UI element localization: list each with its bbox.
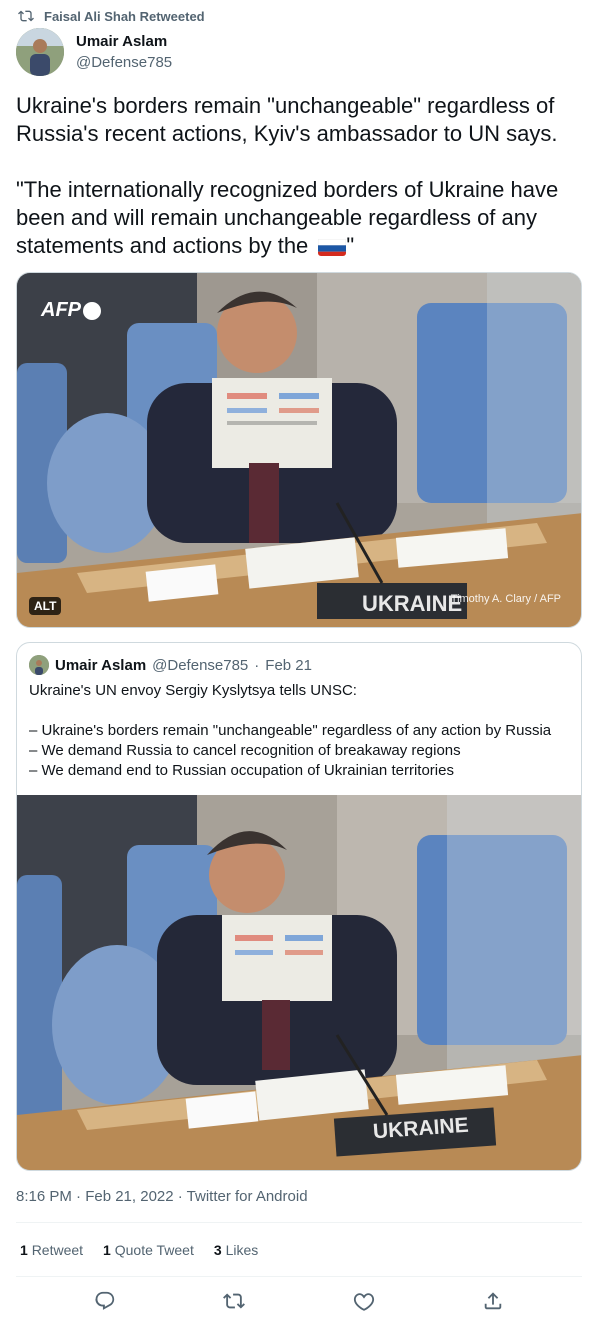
- retweeted-by-label: Faisal Ali Shah Retweeted: [44, 8, 205, 24]
- tweet-actions: [0, 1286, 598, 1316]
- alt-badge[interactable]: ALT: [29, 597, 62, 615]
- retweet-icon: [18, 10, 34, 22]
- retweets-count: 1: [20, 1242, 28, 1258]
- quotes-count: 1: [103, 1242, 111, 1258]
- quoted-author-handle: @Defense785: [152, 656, 249, 674]
- share-button[interactable]: [478, 1286, 508, 1316]
- tweet-text: Ukraine's borders remain "unchangeable" …: [16, 92, 586, 260]
- divider: [16, 1276, 582, 1277]
- retweet-icon: [223, 1293, 246, 1309]
- quoted-author-name: Umair Aslam: [55, 656, 147, 674]
- afp-watermark-text: AFP: [41, 299, 81, 321]
- photo-credit: Timothy A. Clary / AFP: [450, 593, 561, 605]
- quoted-avatar: [29, 655, 49, 675]
- retweets-label: Retweet: [31, 1242, 84, 1258]
- likes-stat[interactable]: 3 Likes: [214, 1242, 258, 1258]
- tweet-timestamp[interactable]: 8:16 PM · Feb 21, 2022 · Twitter for And…: [16, 1188, 308, 1205]
- retweeted-by[interactable]: Faisal Ali Shah Retweeted: [18, 8, 205, 24]
- ukraine-nameplate: UKRAINE: [362, 591, 463, 616]
- like-icon: [353, 1293, 374, 1311]
- quoted-tweet-text: Ukraine's UN envoy Sergiy Kyslytsya tell…: [29, 682, 552, 779]
- author-handle[interactable]: @Defense785: [76, 54, 172, 71]
- quoted-tweet-header: Umair Aslam @Defense785 · Feb 21: [29, 655, 312, 675]
- tweet-text-end: ": [346, 233, 355, 258]
- likes-label: Likes: [225, 1242, 259, 1258]
- quotes-label: Quote Tweet: [114, 1242, 194, 1258]
- quoted-date: Feb 21: [265, 656, 312, 674]
- tweet-author: Umair Aslam @Defense785: [16, 28, 172, 76]
- likes-count: 3: [213, 1242, 222, 1258]
- reply-icon: [95, 1291, 114, 1310]
- quoted-tweet[interactable]: Umair Aslam @Defense785 · Feb 21 Ukraine…: [16, 642, 582, 1171]
- retweet-button[interactable]: [219, 1286, 249, 1316]
- quoted-tweet-photo: UKRAINE: [17, 795, 581, 1170]
- quoted-separator: ·: [254, 656, 260, 674]
- tweet-photo[interactable]: AFP UKRAINE ALT Timothy A. Clary / AFP: [16, 272, 582, 628]
- retweets-stat[interactable]: 1 Retweet: [20, 1242, 83, 1258]
- tweet-stats: 1 Retweet 1 Quote Tweet 3 Likes: [20, 1242, 258, 1258]
- avatar[interactable]: [16, 28, 64, 76]
- tweet-text-body: Ukraine's borders remain "unchangeable" …: [16, 93, 559, 258]
- divider: [16, 1222, 582, 1223]
- russia-flag-icon: [318, 237, 347, 256]
- quote-tweets-stat[interactable]: 1 Quote Tweet: [103, 1242, 194, 1258]
- afp-watermark: AFP: [41, 299, 101, 322]
- author-name[interactable]: Umair Aslam: [76, 33, 172, 50]
- like-button[interactable]: [349, 1286, 379, 1316]
- reply-button[interactable]: [90, 1286, 120, 1316]
- share-icon: [485, 1292, 502, 1310]
